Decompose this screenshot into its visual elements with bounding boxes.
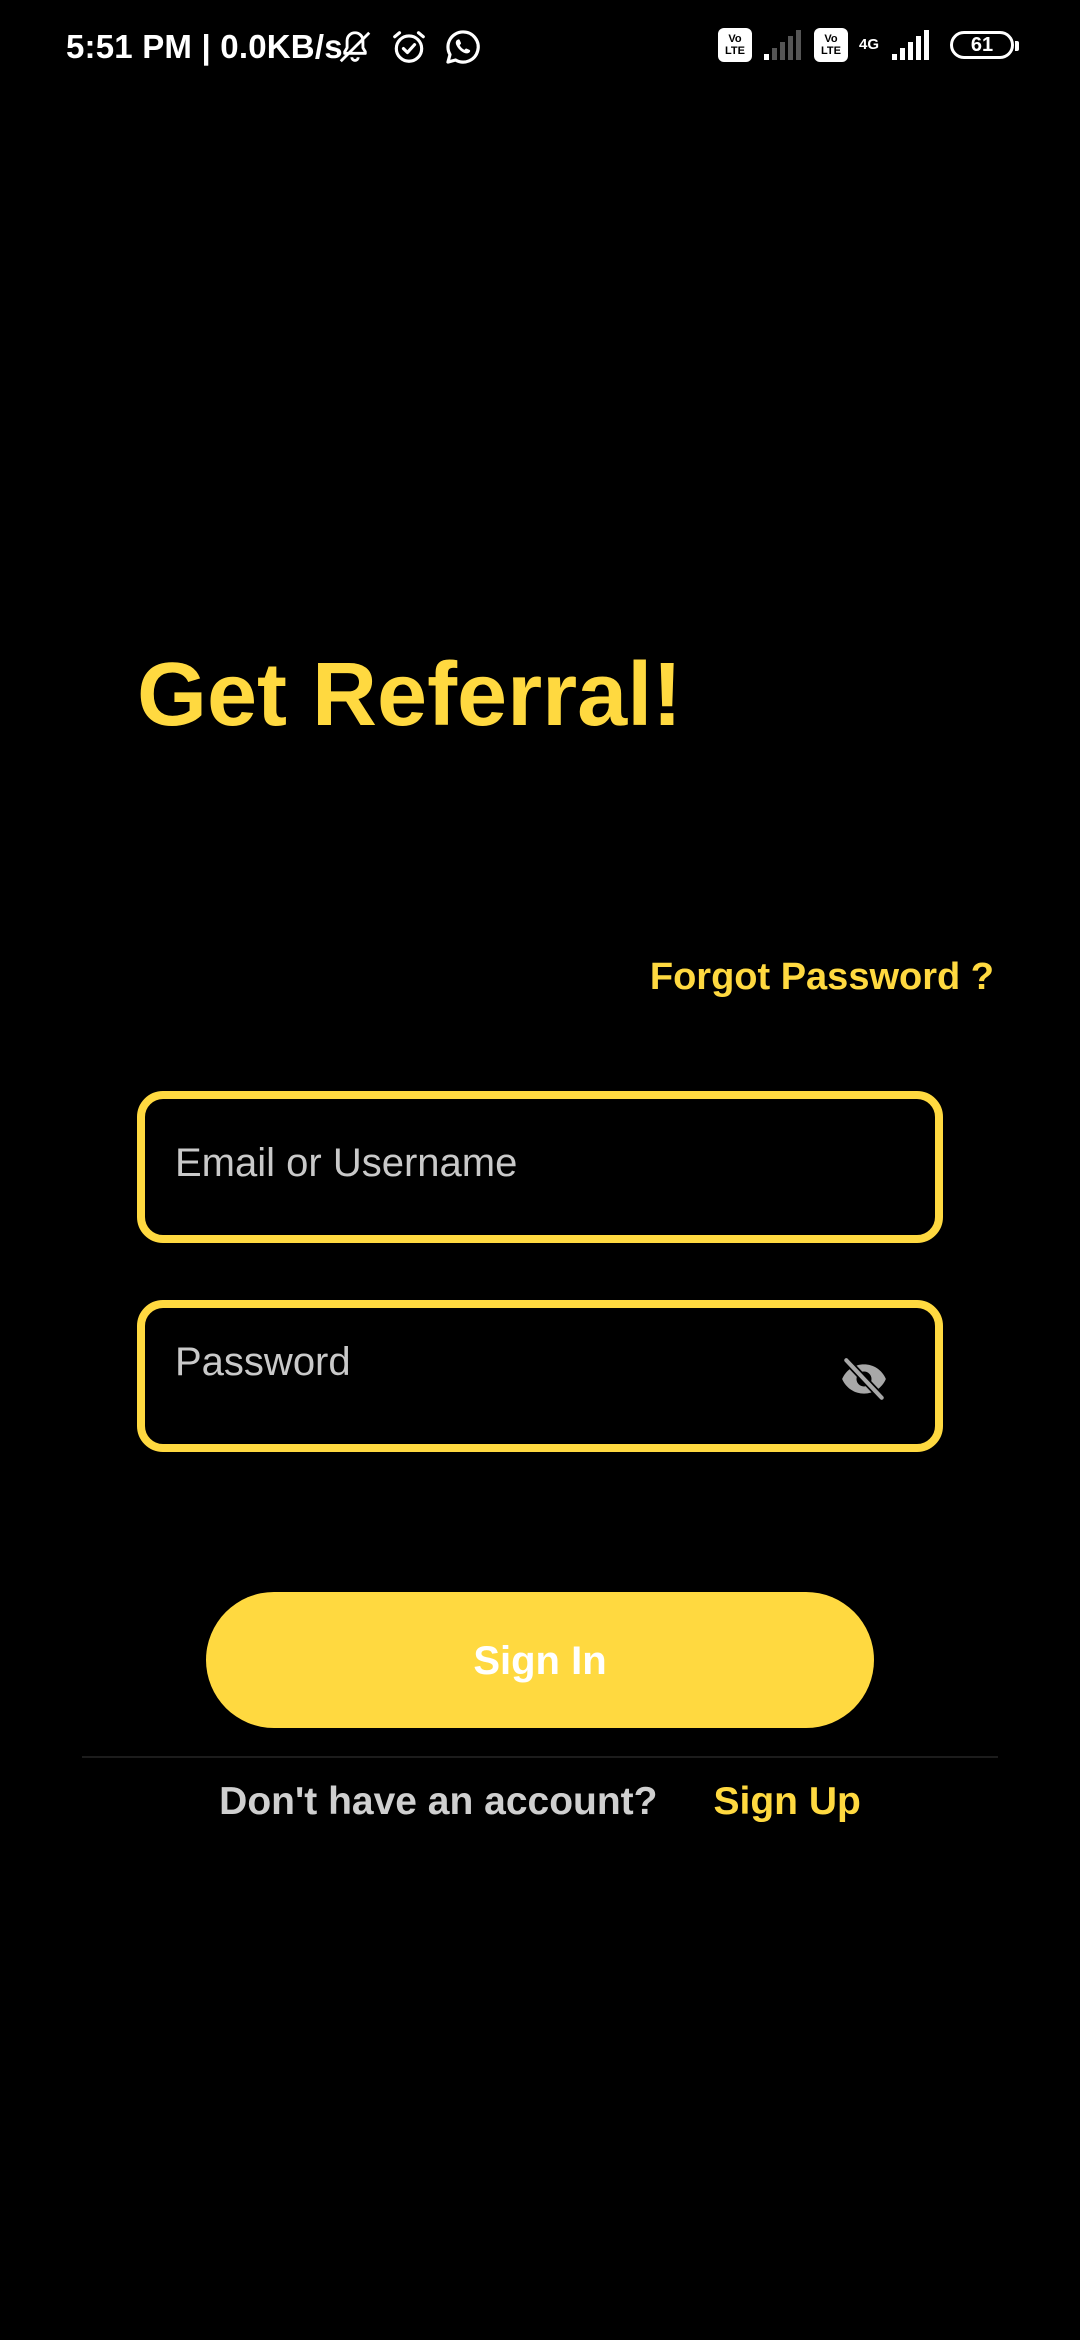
password-field[interactable] [137, 1294, 943, 1452]
divider [82, 1756, 998, 1758]
no-account-prompt: Don't have an account? [219, 1780, 658, 1823]
signal-weak-icon [764, 30, 801, 60]
status-time: 5:51 PM | 0.0KB/s [66, 28, 343, 65]
email-field[interactable] [137, 1091, 943, 1243]
sign-in-button[interactable]: Sign In [206, 1592, 874, 1728]
network-type-label: 4G [858, 36, 879, 53]
alarm-icon [393, 31, 425, 63]
bell-off-icon [339, 31, 371, 63]
status-bar: 5:51 PM | 0.0KB/s Vo LTE Vo LTE 4G 61 [0, 0, 1080, 100]
app-title: Get Referral! [137, 645, 683, 745]
email-input[interactable] [175, 1095, 835, 1231]
password-input[interactable] [175, 1294, 835, 1430]
eye-off-icon[interactable] [833, 1354, 895, 1404]
volte-icon-2: Vo LTE [814, 28, 848, 62]
forgot-password-link[interactable]: Forgot Password ? [650, 956, 994, 999]
battery-level: 61 [970, 34, 994, 56]
signal-full-icon [892, 30, 929, 60]
signup-row: Don't have an account? Sign Up [0, 1780, 1080, 1824]
status-notification-icons [336, 28, 482, 66]
volte-icon: Vo LTE [718, 28, 752, 62]
battery-icon: 61 [950, 31, 1019, 59]
whatsapp-icon [446, 30, 480, 64]
status-system-icons: Vo LTE Vo LTE 4G 61 [718, 28, 1019, 62]
sign-up-link[interactable]: Sign Up [714, 1780, 861, 1824]
